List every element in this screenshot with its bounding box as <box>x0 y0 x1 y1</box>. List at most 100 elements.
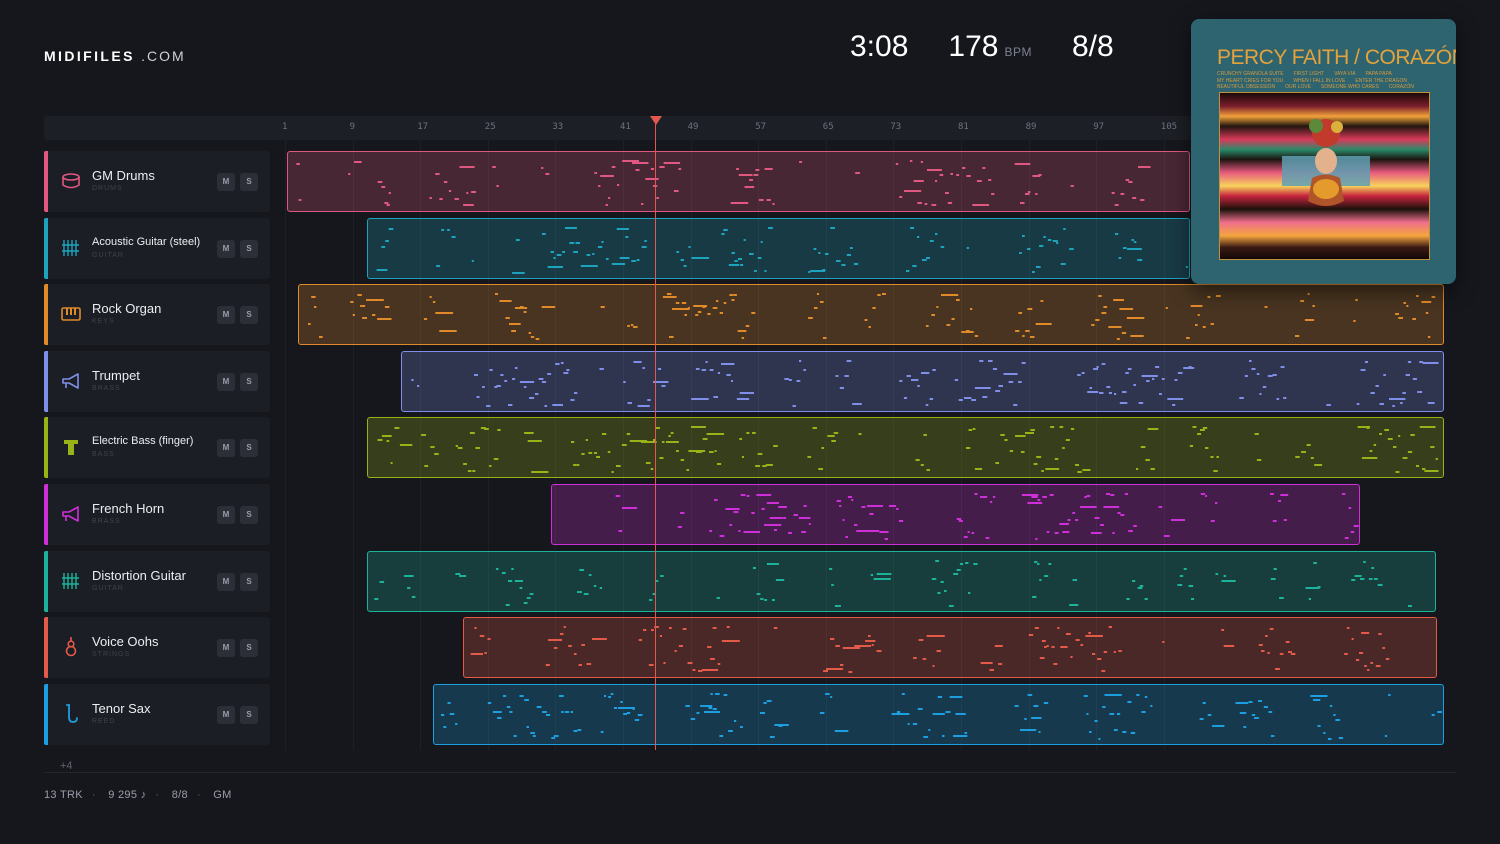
guitar-grid-icon <box>60 237 82 259</box>
track-header-gm-drums[interactable]: GM Drums DRUMS M S <box>44 151 270 212</box>
ruler-tick: 9 <box>349 122 356 132</box>
playhead[interactable] <box>655 124 656 750</box>
clip-notes <box>411 360 1439 407</box>
track-name: Tenor Sax <box>92 701 151 716</box>
clip-notes <box>308 293 1436 340</box>
track-color-bar <box>44 684 48 745</box>
mute-button[interactable]: M <box>217 439 235 457</box>
midi-clip-french-horn[interactable] <box>551 484 1360 545</box>
track-category: GUITAR <box>92 585 124 592</box>
violin-icon <box>60 636 82 658</box>
clip-notes <box>296 160 1151 206</box>
track-color-bar <box>44 284 48 345</box>
album-title: PERCY FAITH / CORAZÓN <box>1217 46 1456 69</box>
track-name: GM Drums <box>92 168 155 183</box>
mute-button[interactable]: M <box>217 573 235 591</box>
ruler-tick: 73 <box>890 122 902 132</box>
track-name: Rock Organ <box>92 301 162 316</box>
mute-button[interactable]: M <box>217 173 235 191</box>
midi-clip-acoustic-guitar-steel[interactable] <box>367 218 1190 279</box>
footer-divider <box>44 772 1456 773</box>
tempo-display: 178 BPM <box>948 30 1032 63</box>
solo-button[interactable]: S <box>240 240 258 258</box>
ruler-tick: 65 <box>822 122 834 132</box>
ruler-tick: 41 <box>620 122 631 132</box>
album-song: FIRST LIGHT <box>1293 71 1325 77</box>
track-name: Voice Oohs <box>92 634 159 649</box>
keyboard-icon <box>60 303 82 325</box>
duration-display: 3:08 <box>850 30 909 63</box>
album-cover: PERCY FAITH / CORAZÓN CRUNCHY GRANOLA SU… <box>1191 19 1456 284</box>
horn-icon <box>60 503 82 525</box>
clip-notes <box>377 426 1439 473</box>
playhead-handle[interactable] <box>650 116 662 125</box>
horn-icon <box>60 370 82 392</box>
ruler-tick: 97 <box>1093 122 1105 132</box>
midi-clip-tenor-sax[interactable] <box>433 684 1444 745</box>
track-color-bar <box>44 617 48 678</box>
album-song: BEAUTIFUL OBSESSION <box>1217 84 1276 91</box>
track-header-electric-bass-finger[interactable]: Electric Bass (finger) BASS M S <box>44 417 270 478</box>
album-song: CRUNCHY GRANOLA SUITE <box>1217 71 1284 77</box>
track-header-trumpet[interactable]: Trumpet BRASS M S <box>44 351 270 412</box>
track-header-acoustic-guitar-steel[interactable]: Acoustic Guitar (steel) GUITAR M S <box>44 218 270 279</box>
ruler-tick: 1 <box>282 122 288 132</box>
mute-button[interactable]: M <box>217 639 235 657</box>
midi-clip-distortion-guitar[interactable] <box>367 551 1436 612</box>
midi-clip-rock-organ[interactable] <box>298 284 1444 345</box>
track-header-tenor-sax[interactable]: Tenor Sax REED M S <box>44 684 270 745</box>
track-count: 13 TRK <box>44 789 83 801</box>
track-header-voice-oohs[interactable]: Voice Oohs STRINGS M S <box>44 617 270 678</box>
track-color-bar <box>44 551 48 612</box>
guitar-grid-icon <box>60 570 82 592</box>
bass-icon <box>60 436 82 458</box>
midi-clip-electric-bass-finger[interactable] <box>367 417 1444 478</box>
more-tracks-label[interactable]: +4 <box>60 760 73 772</box>
ruler-tick: 89 <box>1025 122 1037 132</box>
midi-clip-voice-oohs[interactable] <box>463 617 1437 678</box>
album-song: CORAZÓN <box>1388 84 1414 91</box>
mute-button[interactable]: M <box>217 706 235 724</box>
solo-button[interactable]: S <box>240 373 258 391</box>
solo-button[interactable]: S <box>240 173 258 191</box>
album-artwork <box>1219 92 1430 260</box>
track-category: KEYS <box>92 318 115 325</box>
mute-button[interactable]: M <box>217 306 235 324</box>
album-song: PAPA PAPA <box>1365 71 1392 77</box>
track-category: REED <box>92 718 116 725</box>
track-name: Acoustic Guitar (steel) <box>92 236 201 248</box>
brand-logo[interactable]: MIDIFILES .COM <box>44 48 186 64</box>
solo-button[interactable]: S <box>240 439 258 457</box>
track-header-rock-organ[interactable]: Rock Organ KEYS M S <box>44 284 270 345</box>
time-signature-display: 8/8 <box>1071 30 1114 63</box>
album-song: SOMEONE WHO CARES <box>1321 84 1379 91</box>
track-category: BASS <box>92 451 115 458</box>
track-name: Electric Bass (finger) <box>92 435 194 447</box>
midi-standard: GM <box>213 789 232 801</box>
track-color-bar <box>44 151 48 212</box>
track-category: DRUMS <box>92 185 123 192</box>
track-header-french-horn[interactable]: French Horn BRASS M S <box>44 484 270 545</box>
ruler-tick: 33 <box>552 122 564 132</box>
solo-button[interactable]: S <box>240 573 258 591</box>
solo-button[interactable]: S <box>240 639 258 657</box>
track-header-distortion-guitar[interactable]: Distortion Guitar GUITAR M S <box>44 551 270 612</box>
mute-button[interactable]: M <box>217 506 235 524</box>
solo-button[interactable]: S <box>240 306 258 324</box>
track-color-bar <box>44 484 48 545</box>
sax-icon <box>60 703 82 725</box>
meter-label: 8/8 <box>171 789 188 801</box>
clip-notes <box>470 626 1390 673</box>
midi-clip-gm-drums[interactable] <box>287 151 1190 212</box>
solo-button[interactable]: S <box>240 706 258 724</box>
solo-button[interactable]: S <box>240 506 258 524</box>
ruler-tick: 57 <box>755 122 767 132</box>
mute-button[interactable]: M <box>217 240 235 258</box>
ruler-tick: 17 <box>417 122 429 132</box>
clip-notes <box>441 693 1443 740</box>
ruler-tick: 105 <box>1160 122 1178 132</box>
mute-button[interactable]: M <box>217 373 235 391</box>
note-count: 9 295 ♪ <box>108 789 147 801</box>
ruler-tick: 25 <box>484 122 496 132</box>
midi-clip-trumpet[interactable] <box>401 351 1444 412</box>
